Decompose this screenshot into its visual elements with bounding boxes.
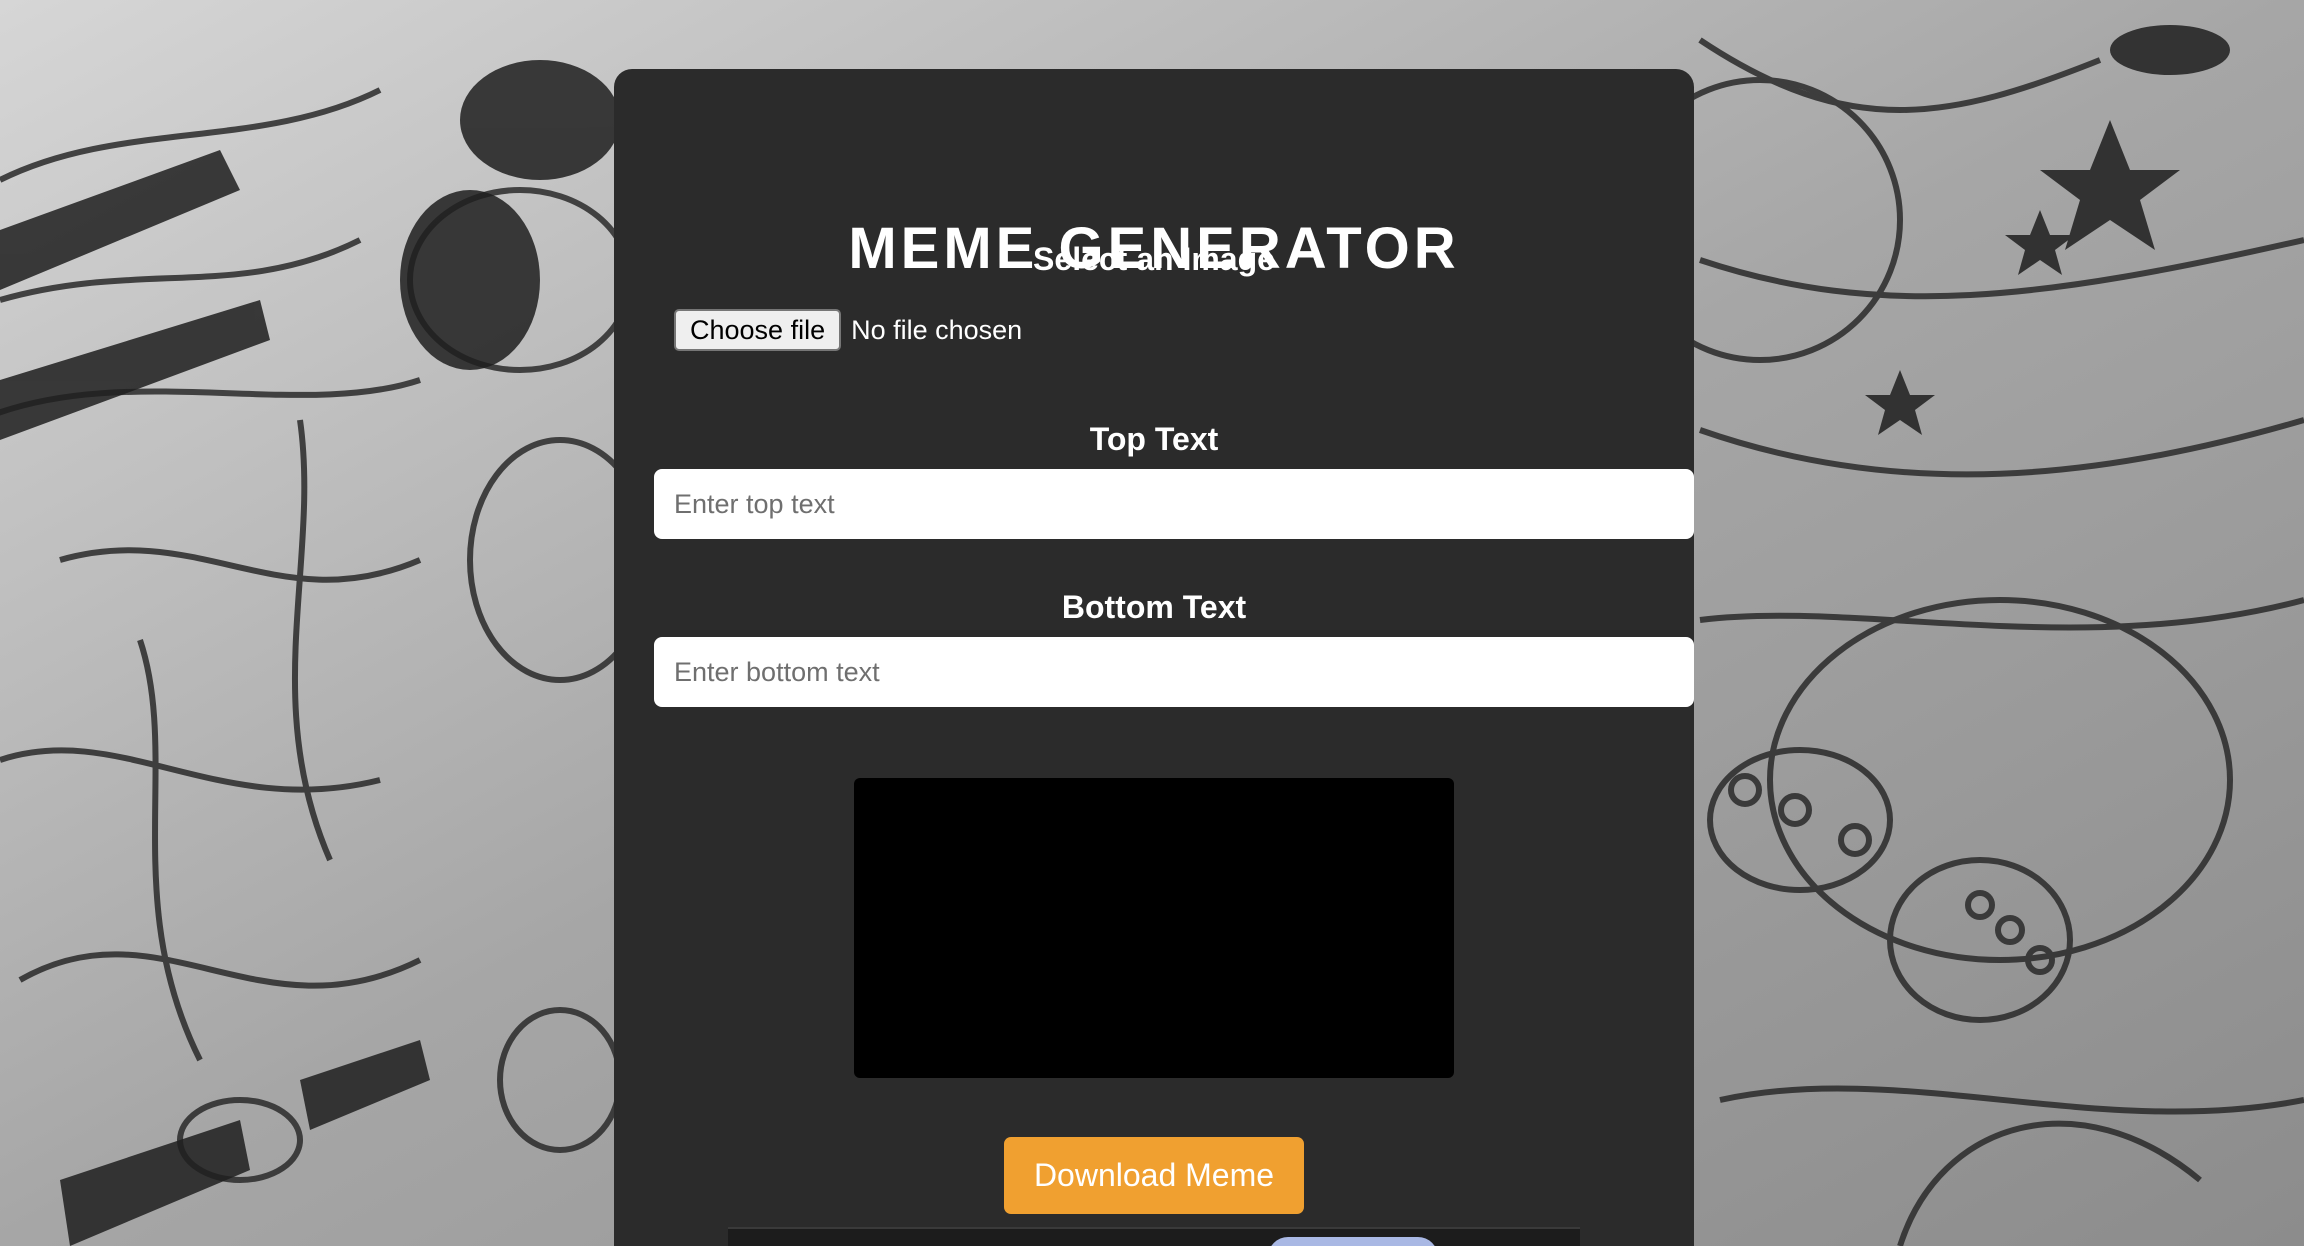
select-image-label: Select an Image — [1033, 241, 1275, 277]
top-text-label: Top Text — [1089, 421, 1219, 457]
choose-file-button[interactable]: Choose file — [674, 309, 842, 351]
download-meme-button[interactable]: Download Meme — [1004, 1137, 1304, 1214]
file-status-text: No file chosen — [851, 314, 1023, 345]
meme-generator-card: MEME GENERATOR Select an Image Choose fi… — [614, 69, 1694, 1246]
meme-canvas — [854, 778, 1454, 1078]
bottom-text-label: Bottom Text — [1061, 589, 1247, 625]
file-picker[interactable]: Choose file No file chosen — [674, 308, 1022, 352]
bottom-text-input[interactable] — [654, 637, 1694, 707]
partial-pill-button[interactable] — [1268, 1237, 1438, 1246]
bottom-partial-bar — [728, 1227, 1580, 1246]
top-text-input[interactable] — [654, 469, 1694, 539]
